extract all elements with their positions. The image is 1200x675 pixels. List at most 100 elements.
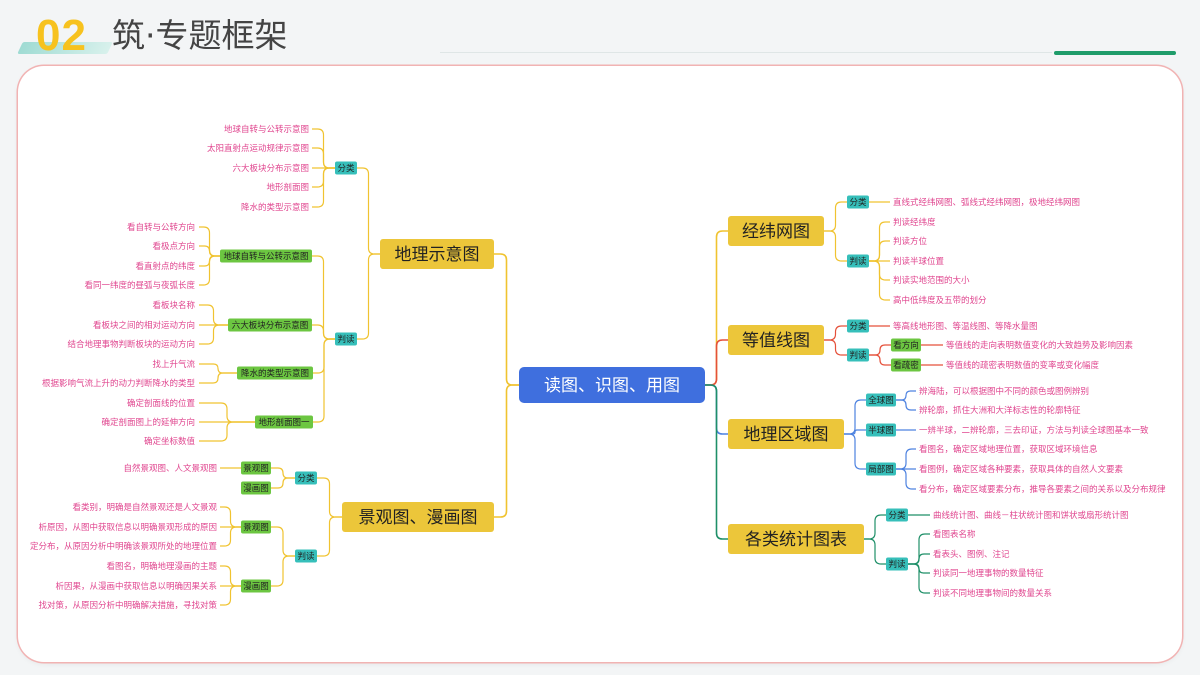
group-pandu-label: 判读 xyxy=(297,551,315,562)
leaf-item: 看图表名称 xyxy=(933,529,976,540)
group-pandu-label: 判读 xyxy=(849,350,867,361)
leaf-item: 判读半球位置 xyxy=(893,256,945,267)
group-pandu-label: 判读 xyxy=(849,256,867,267)
leaf-item: 找上升气流 xyxy=(152,359,195,370)
connector-line xyxy=(199,304,228,326)
connector-line xyxy=(896,399,916,411)
leaf-item: 看图名，明确地理漫画的主题 xyxy=(106,561,217,572)
topic-right-label: 地理区域图 xyxy=(744,425,829,445)
leaf-item: 自然景观图、人文景观图 xyxy=(123,463,217,474)
connector-line xyxy=(869,354,891,366)
topic-right-label: 各类统计图表 xyxy=(745,530,847,550)
connector-line xyxy=(494,253,519,386)
group-region-label: 局部图 xyxy=(868,464,894,475)
connector-line xyxy=(317,477,342,518)
connector-line xyxy=(199,402,255,423)
connector-line xyxy=(199,255,220,286)
connector-line xyxy=(705,339,728,386)
connector-line xyxy=(312,255,335,340)
group-fenlei-label: 分类 xyxy=(337,163,355,174)
connector-line xyxy=(824,230,847,262)
connector-line xyxy=(271,467,295,479)
connector-line xyxy=(824,325,847,341)
leaf-item: 根据影响气流上升的动力判断降水的类型 xyxy=(42,378,196,389)
leaf-item: 判读同一地理事物的数量特征 xyxy=(933,568,1044,579)
connector-line xyxy=(864,538,886,565)
connector-line xyxy=(220,526,241,547)
leaf-item: 找对策，从原因分析中明确解决措施，寻找对策 xyxy=(38,600,217,611)
leaf-item: 辨轮廓，抓住大洲和大洋标志性的轮廓特征 xyxy=(919,405,1081,416)
topic-right-label: 等值线图 xyxy=(742,331,810,351)
center-node-label: 读图、识图、用图 xyxy=(544,376,680,396)
subgroup-label: 地球自转与公转示意图 xyxy=(223,251,308,262)
connector-line xyxy=(494,384,519,518)
connector-line xyxy=(357,253,380,340)
leaf-item: 确定剖面线的位置 xyxy=(127,398,196,409)
connector-line xyxy=(220,585,241,606)
leaf-item: 等高线地形图、等温线图、等降水量图 xyxy=(893,321,1038,332)
subgroup-label: 降水的类型示意图 xyxy=(241,368,309,379)
mindmap-diagram: 读图、识图、用图地理示意图景观图、漫画图分类地球自转与公转示意图太阳直射点运动规… xyxy=(30,124,1166,611)
leaf-item: 确定坐标数值 xyxy=(144,436,196,447)
connector-line xyxy=(705,384,728,540)
subgroup-label: 景观图 xyxy=(243,523,269,533)
group-region-label: 半球图 xyxy=(868,425,894,436)
connector-line xyxy=(199,421,255,442)
connector-line xyxy=(220,565,241,587)
leaf-item: 看分布，确定区域要素分布，推导各要素之间的关系以及分布规律 xyxy=(919,484,1166,495)
connector-line xyxy=(824,201,847,232)
connector-line xyxy=(896,448,916,470)
connector-line xyxy=(199,324,228,345)
connector-line xyxy=(869,240,890,262)
leaf-item: 等值线的走向表明数值变化的大致趋势及影响因素 xyxy=(946,340,1134,351)
leaf-item: 析原因，从图中获取信息以明确景观形成的原因 xyxy=(38,522,217,533)
group-fenlei-label: 分类 xyxy=(849,197,867,208)
leaf-item: 定分布，从原因分析中明确该景观所处的地理位置 xyxy=(30,541,218,552)
leaf-item: 直线式经纬网图、弧线式经纬网图，极地经纬网图 xyxy=(893,197,1080,208)
connector-line xyxy=(896,468,916,490)
leaf-item: 确定剖面图上的延伸方向 xyxy=(101,417,195,428)
connector-line xyxy=(313,338,335,423)
connector-line xyxy=(824,339,847,356)
connector-line xyxy=(271,555,295,587)
subgroup-label: 看疏密 xyxy=(893,360,919,371)
connector-line xyxy=(357,167,380,255)
leaf-item: 看图名，确定区域地理位置，获取区域环境信息 xyxy=(919,444,1098,455)
leaf-item: 看板块之间的相对运动方向 xyxy=(93,320,195,331)
leaf-item: 高中低纬度及五带的划分 xyxy=(893,295,987,306)
leaf-item: 看表头、图例、注记 xyxy=(933,549,1010,560)
connector-line xyxy=(312,147,335,169)
leaf-item: 辨海陆，可以根据图中不同的颜色或图例辨别 xyxy=(919,386,1089,397)
group-region-label: 全球图 xyxy=(868,395,894,406)
leaf-item: 判读方位 xyxy=(893,236,928,247)
topic-jingguantu-label: 景观图、漫画图 xyxy=(359,508,478,528)
mindmap-card: 读图、识图、用图 地理示意图 景观图、漫画图 分类 地球自转与公转示意图 太阳直射点运动规… xyxy=(18,66,1182,662)
leaf-item: 结合地理事物判断板块的运动方向 xyxy=(67,339,195,350)
header-divider xyxy=(440,52,1052,53)
subgroup-label: 六大板块分布示意图 xyxy=(232,320,309,331)
leaf-item: 看类别，明确是自然景观还是人文景观 xyxy=(72,502,217,513)
connector-line xyxy=(908,563,930,594)
connector-line xyxy=(864,514,886,540)
connector-line xyxy=(271,526,295,557)
subgroup-label: 看方向 xyxy=(893,340,919,351)
connector-line xyxy=(844,399,866,435)
connector-line xyxy=(317,516,342,557)
connector-line xyxy=(844,433,866,470)
group-fenlei-label: 分类 xyxy=(888,510,906,521)
group-fenlei-label: 分类 xyxy=(849,321,867,332)
group-pandu-label: 判读 xyxy=(888,559,906,570)
connector-line xyxy=(896,390,916,401)
subgroup-label: 漫画图 xyxy=(243,483,269,494)
leaf-item: 太阳直射点运动规律示意图 xyxy=(207,143,309,154)
group-fenlei-label: 分类 xyxy=(297,473,315,484)
leaf-item: 析因果，从漫画中获取信息以明确因果关系 xyxy=(55,581,217,592)
topic-diliyishitu-label: 地理示意图 xyxy=(395,245,480,265)
subgroup-label: 地形剖面图一 xyxy=(258,417,310,428)
leaf-item: 曲线统计图、曲线－柱状统计图和饼状或扇形统计图 xyxy=(933,510,1129,521)
leaf-item: 看同一纬度的昼弧与夜弧长度 xyxy=(84,280,195,291)
topic-right-label: 经纬网图 xyxy=(742,222,810,242)
subgroup-label: 漫画图 xyxy=(243,581,269,592)
subgroup-label: 景观图 xyxy=(243,464,269,474)
connector-line xyxy=(271,477,295,489)
